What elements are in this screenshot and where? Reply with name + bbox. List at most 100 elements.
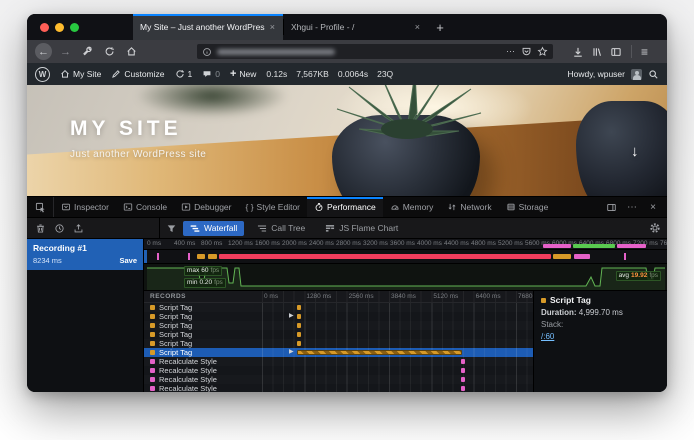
browser-tab-xhgui[interactable]: Xhgui - Profile - / × [284, 14, 428, 40]
record-row[interactable]: Script Tag [144, 303, 533, 312]
marker-detail-panel: Script Tag Duration: 4,999.70 ms Stack: … [533, 291, 667, 392]
wrench-button[interactable] [79, 43, 96, 60]
waterfall-marker[interactable] [461, 386, 465, 391]
import-recording-icon[interactable] [73, 223, 84, 234]
view-tab-waterfall[interactable]: Waterfall [183, 221, 244, 236]
performance-settings-button[interactable] [649, 222, 661, 234]
minimize-window-button[interactable] [55, 23, 64, 32]
record-label: Recalculate Style [159, 384, 217, 392]
marker-swatch [150, 314, 155, 319]
bookmark-star-icon[interactable] [537, 46, 548, 57]
dock-side-button[interactable] [602, 199, 620, 215]
stack-frame-link[interactable]: /:60 [541, 332, 554, 341]
view-tab-js-flame-chart[interactable]: JS Flame Chart [318, 221, 405, 236]
waterfall-marker[interactable] [461, 368, 465, 373]
wordpress-logo-icon[interactable]: W [35, 67, 50, 82]
browser-tab-my-site[interactable]: My Site – Just another WordPress s × [133, 14, 283, 40]
tab-memory[interactable]: Memory [383, 197, 441, 217]
tab-close-icon[interactable]: × [414, 22, 421, 32]
record-waterfall-cell[interactable] [262, 366, 533, 375]
wp-site-menu[interactable]: My Site [60, 69, 101, 79]
tab-network[interactable]: Network [440, 197, 498, 217]
pocket-icon[interactable] [521, 46, 532, 57]
overview-selection-handle[interactable] [144, 250, 147, 263]
devtools-close-button[interactable]: × [644, 199, 662, 215]
record-performance-clock-icon[interactable] [54, 223, 65, 234]
waterfall-marker[interactable] [461, 359, 465, 364]
download-icon[interactable] [572, 46, 584, 58]
record-waterfall-cell[interactable] [262, 330, 533, 339]
record-row[interactable]: Recalculate Style [144, 375, 533, 384]
record-waterfall-cell[interactable] [262, 375, 533, 384]
record-waterfall-cell[interactable] [262, 321, 533, 330]
recording-list-item[interactable]: Recording #1 8234 ms Save [27, 239, 143, 270]
record-waterfall-cell[interactable] [262, 357, 533, 366]
query-monitor-stats[interactable]: 0.12s 7,567KB 0.0064s 23Q [266, 69, 393, 79]
waterfall-marker[interactable] [297, 332, 301, 337]
home-button[interactable] [123, 43, 140, 60]
url-bar[interactable]: ⋯ [197, 44, 553, 59]
reload-icon [104, 46, 115, 57]
waterfall-marker[interactable] [297, 305, 301, 310]
record-label: Recalculate Style [159, 357, 217, 366]
library-icon[interactable] [591, 46, 603, 58]
sidebar-toggle-icon[interactable] [610, 46, 622, 58]
wp-new-menu[interactable]: + New [230, 68, 256, 80]
waterfall-marker[interactable] [461, 377, 465, 382]
disclosure-triangle-icon[interactable]: ▶ [289, 348, 294, 357]
devtools-tabbar: Inspector Console Debugger { } Style Edi… [27, 196, 667, 217]
record-row[interactable]: Script Tag [144, 339, 533, 348]
avatar[interactable] [631, 69, 642, 80]
filter-icon[interactable] [166, 223, 177, 234]
site-title[interactable]: MY SITE [70, 117, 206, 141]
page-actions-icon[interactable]: ⋯ [506, 46, 516, 57]
tab-inspector[interactable]: Inspector [54, 197, 116, 217]
record-waterfall-cell[interactable]: ▶ [262, 348, 533, 357]
record-row[interactable]: Script Tag▶ [144, 312, 533, 321]
tab-storage[interactable]: Storage [499, 197, 556, 217]
scroll-down-arrow[interactable]: ↓ [631, 143, 639, 160]
record-row[interactable]: Script Tag [144, 330, 533, 339]
tab-close-icon[interactable]: × [269, 22, 276, 32]
disclosure-triangle-icon[interactable]: ▶ [289, 312, 294, 321]
tab-performance[interactable]: Performance [307, 197, 383, 217]
back-button[interactable]: ← [35, 43, 52, 60]
framerate-graph[interactable]: max60fps min0.20fps avg19.92fps [144, 264, 667, 291]
new-tab-button[interactable]: + [428, 14, 452, 40]
tab-style-editor[interactable]: { } Style Editor [239, 197, 308, 217]
waterfall-marker[interactable] [297, 341, 301, 346]
record-waterfall-cell[interactable] [262, 384, 533, 392]
overview-markers[interactable] [144, 250, 667, 264]
forward-button[interactable]: → [57, 43, 74, 60]
record-row[interactable]: Recalculate Style [144, 366, 533, 375]
save-recording-link[interactable]: Save [119, 256, 137, 265]
view-tab-call-tree[interactable]: Call Tree [250, 221, 312, 236]
performance-toolbar: Waterfall Call Tree JS Flame Chart [27, 217, 667, 239]
wp-updates-menu[interactable]: 1 [175, 69, 193, 79]
zoom-window-button[interactable] [70, 23, 79, 32]
wp-customize-menu[interactable]: Customize [111, 69, 164, 79]
close-window-button[interactable] [40, 23, 49, 32]
record-waterfall-cell[interactable] [262, 303, 533, 312]
record-row[interactable]: Recalculate Style [144, 357, 533, 366]
pick-element-button[interactable] [27, 197, 54, 217]
waterfall-marker[interactable] [297, 323, 301, 328]
record-label-cell: Recalculate Style [144, 375, 262, 384]
wp-greeting[interactable]: Howdy, wpuser [568, 69, 625, 79]
waterfall-bar[interactable] [297, 350, 462, 356]
tab-console[interactable]: Console [116, 197, 174, 217]
clear-recordings-trash-icon[interactable] [35, 223, 46, 234]
tab-debugger[interactable]: Debugger [174, 197, 238, 217]
record-row[interactable]: Recalculate Style [144, 384, 533, 392]
reload-button[interactable] [101, 43, 118, 60]
record-row[interactable]: Script Tag▶ [144, 348, 533, 357]
record-waterfall-cell[interactable] [262, 339, 533, 348]
devtools-menu-button[interactable]: ⋯ [623, 199, 641, 215]
waterfall-marker[interactable] [297, 314, 301, 319]
menu-icon[interactable]: ≡ [641, 45, 648, 59]
record-row[interactable]: Script Tag [144, 321, 533, 330]
overview-tick: 400 ms [174, 240, 195, 247]
wp-comments-menu[interactable]: 0 [202, 69, 220, 79]
search-icon[interactable] [648, 69, 659, 80]
record-waterfall-cell[interactable]: ▶ [262, 312, 533, 321]
